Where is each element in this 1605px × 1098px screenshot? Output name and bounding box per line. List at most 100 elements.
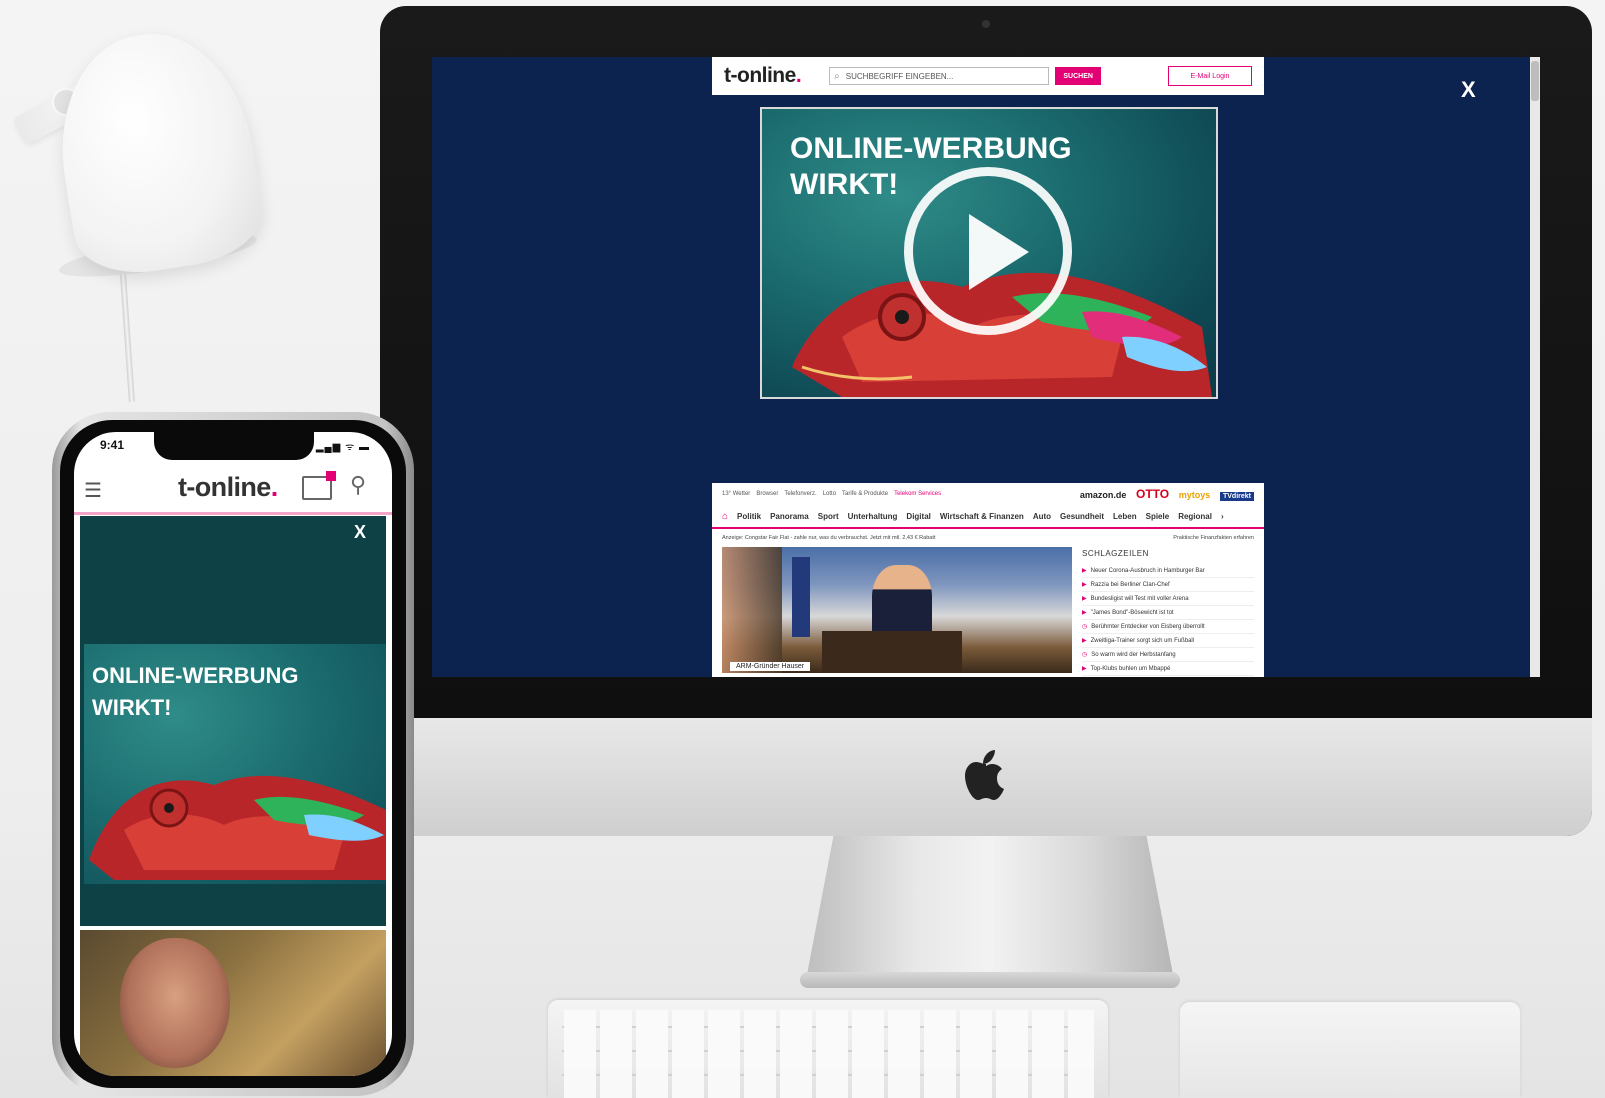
headline-text: Bundesligist will Test mit voller Arena [1090,595,1189,602]
utility-link-lotto[interactable]: Lotto [823,491,836,497]
text-ad[interactable]: Anzeige: Congstar Fair Flat - zahle nur,… [722,535,935,541]
search-input[interactable]: ⌕ SUCHBEGRIFF EINGEBEN... [829,67,1050,85]
lead-story-photo[interactable]: ARM-Gründer Hauser [722,547,1072,673]
headline-item[interactable]: ▶ Top-Klubs buhlen um Mbappé [1082,662,1254,676]
headline-text: Neuer Corona-Ausbruch in Hamburger Bar [1090,567,1205,574]
headline-item[interactable]: ▶ Neuer Corona-Ausbruch in Hamburger Bar [1082,564,1254,578]
scrollbar-thumb[interactable] [1531,61,1539,101]
headline-text: Berühmter Entdecker von Eisberg überroll… [1091,623,1205,630]
headline-item[interactable]: ▶ Razzia bei Berliner Clan-Chef [1082,578,1254,592]
utility-link-telekom[interactable]: Telekom Services [894,491,941,497]
brand-links: amazon.de OTTO mytoys TVdirekt [1072,487,1254,501]
nav-item-politik[interactable]: Politik [737,512,761,521]
utility-link-tariffs[interactable]: Tarife & Produkte [842,491,888,497]
nav-item-sport[interactable]: Sport [818,512,839,521]
photo-flag [792,557,810,637]
mobile-close-button[interactable]: X [354,522,366,543]
brand-amazon[interactable]: amazon.de [1080,490,1127,500]
headline-text: Zweitliga-Trainer sorgt sich um Fußball [1090,637,1195,644]
headline-item[interactable]: ▶ Zweitliga-Trainer sorgt sich um Fußball [1082,634,1254,648]
nav-item-panorama[interactable]: Panorama [770,512,809,521]
utility-link-phonebook[interactable]: Telefonverz. [784,491,816,497]
close-button[interactable]: X [1461,77,1476,103]
imac-foot [800,972,1180,988]
status-time: 9:41 [100,438,125,452]
nav-item-wirtschaft[interactable]: Wirtschaft & Finanzen [940,512,1024,521]
nav-item-leben[interactable]: Leben [1113,512,1137,521]
mobile-header: ☰ t-online. ⚲ [74,462,392,515]
text-ad-right[interactable]: Praktische Finanzfakten erfahren [1173,535,1254,541]
content-area: ARM-Gründer Hauser SCHLAGZEILEN ▶ Neuer C… [712,547,1264,676]
nav-item-auto[interactable]: Auto [1033,512,1051,521]
apple-logo-icon [965,750,1004,800]
logo-dot: . [795,64,802,87]
imac-screen: X t-online. ⌕ SUCHBEGRIFF EINGEBEN... SU… [432,57,1540,677]
headline-item[interactable]: ▶ "James Bond"-Bösewicht ist tot [1082,606,1254,620]
mail-badge [326,471,336,481]
arrow-icon: ▶ [1082,638,1087,644]
site-logo[interactable]: t-online. [724,64,802,88]
phone-notch [154,432,314,460]
nav-item-gesundheit[interactable]: Gesundheit [1060,512,1104,521]
chevron-right-icon[interactable]: › [1221,512,1224,521]
headline-item[interactable]: ▶ Bundesligist will Test mit voller Arena [1082,592,1254,606]
scrollbar[interactable] [1530,57,1540,677]
search-button[interactable]: SUCHEN [1055,67,1102,85]
mobile-ad-headline: ONLINE-WERBUNG WIRKT! [92,660,299,724]
brand-tvdirekt[interactable]: TVdirekt [1219,492,1254,501]
brand-mytoys[interactable]: mytoys [1179,490,1211,500]
logo-text: t-online [724,64,796,87]
text-ad-row: Anzeige: Congstar Fair Flat - zahle nur,… [712,529,1264,547]
photo-podium [822,631,962,673]
news-photo-portrait [120,938,230,1068]
search-icon[interactable]: ⚲ [350,472,366,498]
email-login-button[interactable]: E-Mail Login [1168,66,1252,86]
mobile-logo-text: t-online [178,472,271,502]
headline-text: Top-Klubs buhlen um Mbappé [1090,665,1171,672]
ad-headline-line-1: ONLINE-WERBUNG [790,132,1072,165]
headline-item[interactable]: ◷ Berühmter Entdecker von Eisberg überrol… [1082,620,1254,634]
photo-caption: ARM-Gründer Hauser [730,662,811,671]
arrow-icon: ▶ [1082,596,1087,602]
mobile-logo[interactable]: t-online. [178,472,278,503]
home-icon[interactable]: ⌂ [722,511,728,522]
news-site-preview: 13° Wetter Browser Telefonverz. Lotto Ta… [712,483,1264,677]
utility-bar: 13° Wetter Browser Telefonverz. Lotto Ta… [712,483,1264,505]
brand-otto[interactable]: OTTO [1136,487,1169,501]
mail-icon[interactable] [302,471,336,500]
arrow-icon: ▶ [1082,582,1087,588]
utility-link-weather[interactable]: 13° Wetter [722,491,750,497]
headline-text: So warm wird der Herbstanfang [1091,651,1176,658]
mobile-logo-dot: . [270,472,278,502]
nav-item-spiele[interactable]: Spiele [1146,512,1170,521]
status-icons: ▂▄▆ ᯤ ▬ [315,442,370,453]
mobile-chameleon-image [89,775,386,880]
mobile-news-photo[interactable] [80,930,386,1076]
video-ad[interactable]: ONLINE-WERBUNG WIRKT! [760,107,1218,399]
play-button[interactable] [904,167,1072,335]
headline-text: "James Bond"-Bösewicht ist tot [1090,609,1174,616]
nav-item-unterhaltung[interactable]: Unterhaltung [848,512,898,521]
headline-item[interactable]: ◷ So warm wird der Herbstanfang [1082,648,1254,662]
lamp-stem [119,261,135,403]
search-placeholder: SUCHBEGRIFF EINGEBEN... [845,71,954,81]
imac-stand [805,830,1175,985]
clock-icon: ◷ [1082,624,1088,630]
iphone-screen: 9:41 ▂▄▆ ᯤ ▬ ☰ t-online. ⚲ X ONLINE-WERB… [74,432,392,1076]
mobile-ad[interactable]: X ONLINE-WERBUNG WIRKT! [80,516,386,926]
nav-item-regional[interactable]: Regional [1178,512,1212,521]
keyboard-keys [562,1010,1094,1098]
play-icon [969,214,1029,290]
arrow-icon: ▶ [1082,610,1087,616]
trackpad [1180,1002,1520,1098]
arrow-icon: ▶ [1082,666,1087,672]
keyboard [548,1000,1108,1098]
nav-item-digital[interactable]: Digital [906,512,930,521]
menu-icon[interactable]: ☰ [84,478,102,503]
mobile-ad-headline-line-2: WIRKT! [92,695,172,720]
main-nav: ⌂ Politik Panorama Sport Unterhaltung Di… [712,505,1264,529]
headlines-list: SCHLAGZEILEN ▶ Neuer Corona-Ausbruch in H… [1082,547,1254,676]
clock-icon: ◷ [1082,652,1088,658]
mobile-ad-panel: ONLINE-WERBUNG WIRKT! [84,644,386,884]
utility-link-browser[interactable]: Browser [756,491,778,497]
